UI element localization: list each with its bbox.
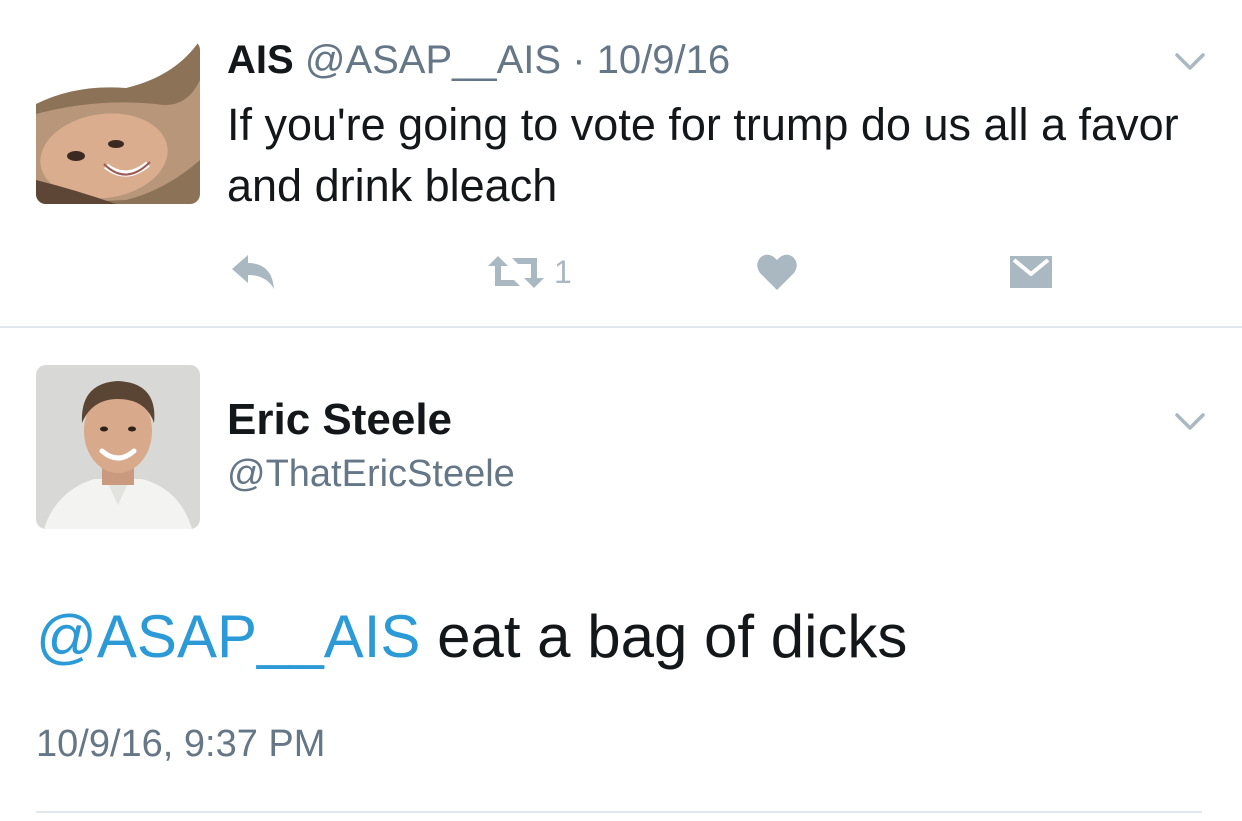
man-portrait-avatar-icon	[36, 365, 200, 529]
heart-icon	[757, 254, 797, 290]
chevron-down-icon	[1175, 53, 1205, 70]
envelope-icon	[1010, 256, 1052, 288]
like-button[interactable]	[756, 250, 798, 294]
tweet-thread: AIS @ASAP__AIS · 10/9/16 If you're going…	[0, 0, 1242, 821]
user-handle[interactable]: @ThatEricSteele	[227, 450, 515, 498]
mention-link[interactable]: @ASAP__AIS	[36, 603, 420, 670]
reply-icon	[232, 255, 274, 289]
user-handle[interactable]: @ASAP__AIS	[305, 38, 561, 82]
display-name[interactable]: AIS	[227, 38, 294, 82]
tweet-body: eat a bag of dicks	[420, 603, 908, 670]
avatar[interactable]	[36, 365, 200, 529]
divider	[36, 811, 1202, 813]
chevron-down-icon	[1175, 413, 1205, 430]
avatar[interactable]	[36, 40, 200, 204]
retweet-count: 1	[554, 253, 572, 290]
tweet-menu-button[interactable]	[1174, 412, 1206, 432]
tweet-date[interactable]: 10/9/16	[597, 38, 730, 82]
tweet-timestamp: 10/9/16, 9:37 PM	[36, 723, 326, 765]
separator-dot: ·	[572, 38, 586, 82]
retweet-icon	[488, 256, 544, 288]
tweet-text: @ASAP__AIS eat a bag of dicks	[36, 600, 907, 674]
tweet-header: AIS @ASAP__AIS · 10/9/16	[227, 36, 730, 84]
direct-message-button[interactable]	[1008, 250, 1054, 294]
tweet-menu-button[interactable]	[1174, 52, 1206, 72]
display-name[interactable]: Eric Steele	[227, 393, 452, 447]
reply-button[interactable]	[230, 250, 276, 294]
woman-selfie-avatar-icon	[36, 40, 200, 204]
retweet-button[interactable]: 1	[486, 250, 572, 294]
tweet-text: If you're going to vote for trump do us …	[227, 99, 1179, 211]
parent-tweet[interactable]: AIS @ASAP__AIS · 10/9/16 If you're going…	[0, 0, 1242, 328]
